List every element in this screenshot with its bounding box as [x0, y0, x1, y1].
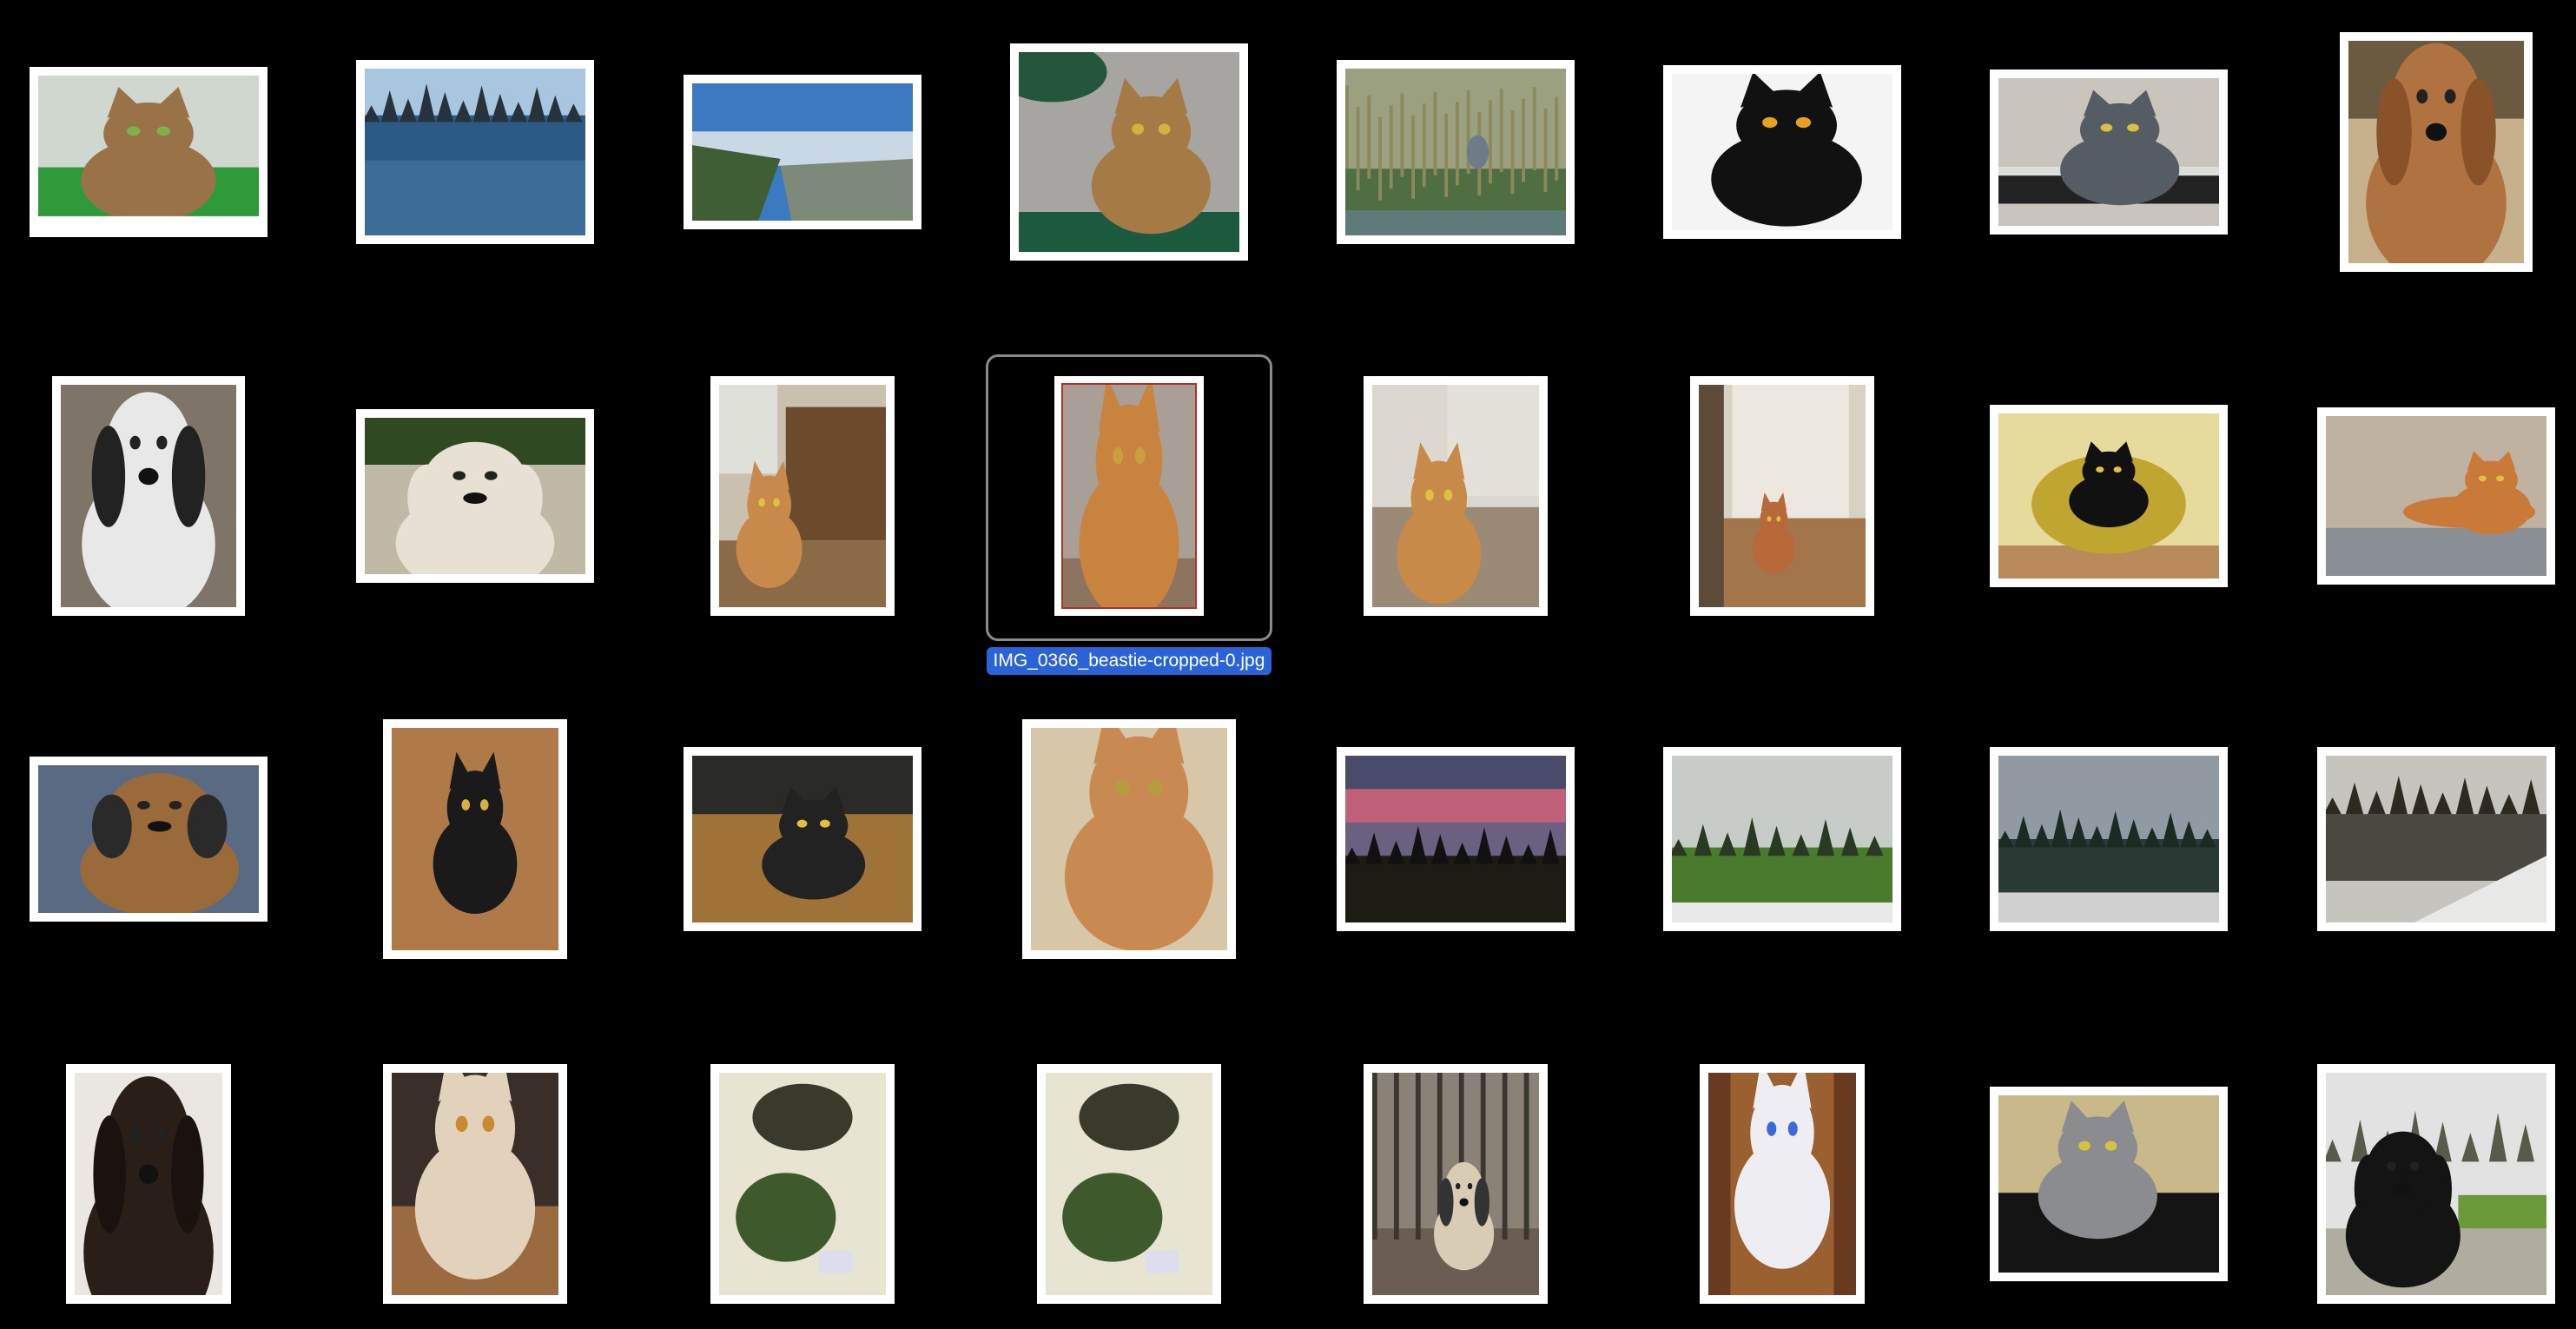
- desktop-photo-grey-cat-suitcase[interactable]: [1990, 1087, 2228, 1281]
- photo-image: [1345, 756, 1566, 922]
- photo-image: [392, 728, 558, 950]
- desktop-photo-bengal-cat-tree[interactable]: [1010, 43, 1248, 261]
- photo-image: [719, 1073, 886, 1295]
- photo-image: [1372, 1073, 1539, 1295]
- desktop-photo-heron-marsh[interactable]: [1337, 60, 1575, 244]
- desktop-photo-coast-cliffs-trees[interactable]: [684, 75, 921, 229]
- desktop-photo-cat-couch[interactable]: [710, 376, 895, 616]
- desktop-photo-rocky-coast-sea[interactable]: [356, 60, 594, 244]
- photo-image: [1708, 1073, 1856, 1295]
- desktop-photo-park-trees-snow[interactable]: [1663, 747, 1901, 931]
- photo-image: [1998, 78, 2219, 226]
- desktop-photo-white-kitten[interactable]: [1700, 1064, 1865, 1304]
- desktop-photo-orange-cat-floor[interactable]: [1364, 376, 1548, 616]
- desktop-photo-orange-cat-selected[interactable]: [1054, 376, 1204, 616]
- photo-image: [75, 1073, 222, 1295]
- photo-image: [2326, 1073, 2546, 1295]
- photo-image: [1998, 413, 2219, 579]
- desktop-photo-newfoundland-puppy[interactable]: [66, 1064, 231, 1304]
- photo-image: [392, 1073, 558, 1295]
- photo-image: [61, 385, 236, 607]
- photo-image: [2348, 41, 2524, 263]
- desktop-photo-green-crab-plate-1[interactable]: [710, 1064, 895, 1304]
- desktop-photo-pond-snow[interactable]: [2317, 747, 2555, 931]
- photo-image: [365, 69, 585, 235]
- desktop-photo-grey-cat-piano[interactable]: [1990, 69, 2228, 235]
- desktop-photo-black-cat-wood-floor[interactable]: [383, 719, 567, 959]
- photo-image: [692, 83, 913, 221]
- desktop-photo-green-crab-plate-2[interactable]: [1037, 1064, 1221, 1304]
- photo-image: [1046, 1073, 1212, 1295]
- photo-image: [1031, 728, 1227, 950]
- photo-image: [2326, 756, 2546, 922]
- desktop-photo-orange-cat-lying[interactable]: [2317, 407, 2555, 585]
- photo-image: [719, 385, 886, 607]
- photo-image: [1019, 52, 1239, 252]
- desktop-photo-pug-forest[interactable]: [1364, 1064, 1548, 1304]
- photo-image: [1372, 385, 1539, 607]
- desktop[interactable]: IMG_0366_beastie-cropped-0.jpg: [0, 0, 2576, 1329]
- desktop-photo-fluffy-orange-cat[interactable]: [1022, 719, 1236, 959]
- desktop-photo-persian-cat-lap[interactable]: [383, 1064, 567, 1304]
- desktop-photo-cat-door[interactable]: [1690, 376, 1874, 616]
- photo-image: [1345, 69, 1566, 235]
- desktop-photo-black-cat-walking[interactable]: [684, 747, 921, 931]
- photo-image: [1061, 383, 1197, 609]
- desktop-photo-sunset-trees[interactable]: [1337, 747, 1575, 931]
- photo-image: [2326, 416, 2546, 576]
- desktop-photo-misty-lake-snow[interactable]: [1990, 747, 2228, 931]
- photo-image: [692, 756, 913, 922]
- photo-image: [38, 765, 259, 913]
- photo-image: [1699, 385, 1866, 607]
- desktop-photo-scottish-terrier[interactable]: [2317, 1064, 2555, 1304]
- photo-image: [1672, 74, 1892, 230]
- desktop-photo-black-cat-yellow-chair[interactable]: [1990, 405, 2228, 587]
- desktop-photo-white-dog[interactable]: [356, 409, 594, 583]
- desktop-photo-black-cat-white[interactable]: [1663, 65, 1901, 239]
- photo-image: [1672, 756, 1892, 922]
- desktop-photo-cat-green-blanket[interactable]: [30, 67, 268, 237]
- photo-image: [38, 76, 259, 228]
- photo-image: [1998, 1095, 2219, 1273]
- desktop-photo-spaniel-snow[interactable]: [52, 376, 245, 616]
- desktop-photo-cocker-spaniel[interactable]: [2340, 32, 2533, 272]
- selected-filename-label[interactable]: IMG_0366_beastie-cropped-0.jpg: [986, 647, 1272, 675]
- desktop-photo-dog-tile-floor[interactable]: [30, 757, 268, 922]
- photo-image: [365, 418, 585, 574]
- photo-image: [1998, 756, 2219, 922]
